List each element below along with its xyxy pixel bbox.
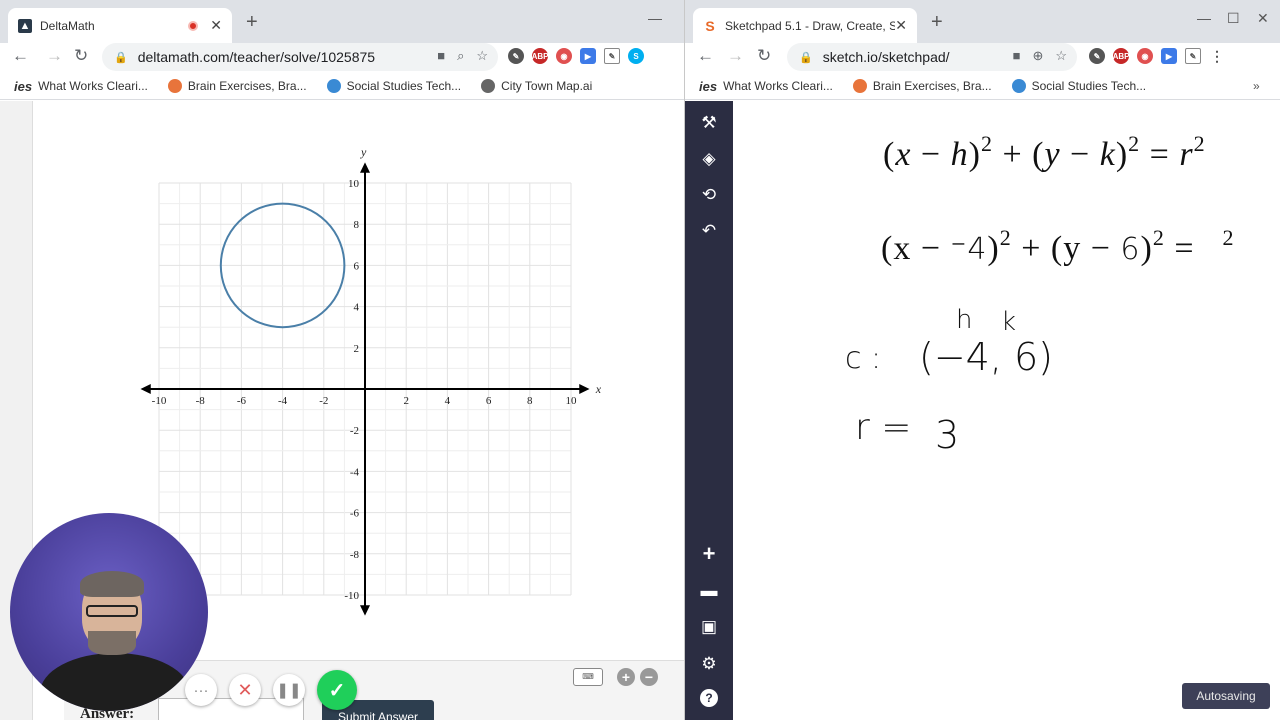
handwritten-center-value: (−4, 6) bbox=[919, 335, 1054, 379]
settings-icon[interactable]: ⚙ bbox=[697, 652, 721, 676]
camera-icon[interactable]: ■ bbox=[1013, 48, 1021, 64]
more-options-button[interactable]: ··· bbox=[185, 674, 217, 706]
save-icon[interactable]: ▣ bbox=[697, 615, 721, 639]
person-hair bbox=[80, 571, 144, 597]
lock-icon: 🔒 bbox=[799, 51, 813, 64]
y-tick-label: 6 bbox=[354, 260, 360, 272]
url-text: sketch.io/sketchpad/ bbox=[822, 49, 950, 65]
handwritten-radius-label: r = bbox=[855, 407, 912, 448]
star-icon[interactable]: ☆ bbox=[1055, 48, 1067, 64]
zoom-extension-icon[interactable]: ▶ bbox=[1161, 48, 1177, 64]
maximize-icon[interactable]: ☐ bbox=[1227, 10, 1240, 27]
sketchpad-toolbar: ⚒ ◈ ⟲ ↶ + ▬ ▣ ⚙ ? bbox=[685, 101, 733, 720]
browser-toolbar: ← → ↻ 🔒 sketch.io/sketchpad/ ■ ⊕ ☆ ✎ ABP… bbox=[685, 43, 1280, 71]
person-beard bbox=[88, 631, 136, 655]
address-bar[interactable]: 🔒 sketch.io/sketchpad/ ■ ⊕ ☆ bbox=[787, 43, 1077, 71]
x-axis-label: x bbox=[595, 382, 602, 396]
help-icon[interactable]: ? bbox=[700, 689, 718, 707]
ies-icon: ies bbox=[699, 78, 718, 94]
new-tab-icon[interactable]: + bbox=[931, 11, 943, 34]
back-icon[interactable]: ← bbox=[697, 46, 714, 66]
circle-equation-general: (x − h)2 + (y − k)2 = r2 bbox=[883, 131, 1206, 173]
bookmarks-bar: ies What Works Cleari... Brain Exercises,… bbox=[685, 73, 1280, 100]
tab-title: Sketchpad 5.1 - Draw, Create, Sh bbox=[725, 18, 896, 33]
new-icon[interactable]: + bbox=[697, 541, 721, 566]
y-tick-label: 8 bbox=[354, 219, 360, 231]
handwritten-radius-value: 3 bbox=[935, 413, 960, 457]
finish-recording-button[interactable]: ✓ bbox=[317, 670, 357, 710]
y-tick-label: 4 bbox=[354, 302, 360, 314]
cancel-recording-button[interactable]: ✕ bbox=[229, 674, 261, 706]
screencastify-icon[interactable]: ◉ bbox=[1137, 48, 1153, 64]
y-axis-label: y bbox=[360, 145, 367, 159]
bookmark-brain-exercises[interactable]: Brain Exercises, Bra... bbox=[852, 79, 992, 93]
zoom-in-button[interactable]: + bbox=[617, 668, 635, 686]
sketchpad-browser-window: S Sketchpad 5.1 - Draw, Create, Sh ✕ + —… bbox=[685, 0, 1280, 720]
x-tick-label: -2 bbox=[319, 395, 328, 407]
add-icon[interactable]: ⊕ bbox=[1032, 48, 1043, 64]
x-tick-label: 4 bbox=[445, 395, 451, 407]
adblock-icon[interactable]: ABP bbox=[1113, 48, 1129, 64]
sketch-canvas[interactable]: (x − h)2 + (y − k)2 = r2 (x − ⁻4)2 + (y … bbox=[733, 101, 1280, 720]
forward-icon[interactable]: → bbox=[727, 46, 744, 66]
x-tick-label: -6 bbox=[237, 395, 247, 407]
pause-recording-button[interactable]: ❚❚ bbox=[273, 674, 305, 706]
bookmark-social-studies[interactable]: Social Studies Tech... bbox=[1011, 79, 1146, 93]
more-bookmarks-icon[interactable]: » bbox=[1253, 79, 1260, 93]
x-tick-label: -10 bbox=[152, 395, 167, 407]
minimize-icon[interactable]: — bbox=[1197, 10, 1211, 26]
history-icon[interactable]: ⟲ bbox=[697, 183, 721, 207]
brain-icon bbox=[852, 79, 867, 93]
y-tick-label: 10 bbox=[348, 178, 360, 190]
close-tab-icon[interactable]: ✕ bbox=[895, 17, 907, 34]
x-tick-label: 10 bbox=[566, 395, 578, 407]
keyboard-icon[interactable]: ⌨ bbox=[573, 668, 603, 686]
deltamath-browser-window: ▲ DeltaMath ✕ + — ← → ↻ 🔒 deltamath.com/… bbox=[0, 0, 684, 720]
undo-icon[interactable]: ↶ bbox=[697, 219, 721, 243]
y-tick-label: -10 bbox=[344, 590, 359, 602]
x-tick-label: 6 bbox=[486, 395, 492, 407]
x-tick-label: 2 bbox=[403, 395, 409, 407]
graph-axes bbox=[140, 162, 590, 616]
reload-icon[interactable]: ↻ bbox=[757, 46, 771, 66]
zoom-out-button[interactable]: − bbox=[640, 668, 658, 686]
recording-controls: ··· ✕ ❚❚ ✓ bbox=[185, 670, 357, 710]
y-tick-label: 2 bbox=[354, 343, 360, 355]
tools-icon[interactable]: ⚒ bbox=[697, 111, 721, 135]
bookmark-ies[interactable]: ies What Works Cleari... bbox=[699, 79, 833, 94]
x-axis-arrow-left bbox=[140, 384, 151, 394]
person-body bbox=[40, 653, 190, 711]
webcam-overlay bbox=[10, 513, 208, 711]
globe-icon bbox=[1011, 79, 1026, 93]
tab-strip: S Sketchpad 5.1 - Draw, Create, Sh ✕ + —… bbox=[685, 0, 1280, 43]
pen-extension-icon[interactable]: ✎ bbox=[1089, 48, 1105, 64]
handwritten-h: h bbox=[956, 305, 973, 335]
menu-icon[interactable]: ⋮ bbox=[1209, 48, 1225, 64]
circle-equation-specific: (x − ⁻4)2 + (y − 6)2 = 2 bbox=[881, 225, 1235, 267]
x-tick-label: -8 bbox=[196, 395, 206, 407]
folder-icon[interactable]: ▬ bbox=[697, 579, 721, 603]
layers-icon[interactable]: ◈ bbox=[697, 147, 721, 171]
x-axis-arrow-right bbox=[579, 384, 590, 394]
x-tick-label: -4 bbox=[278, 395, 288, 407]
x-tick-label: 8 bbox=[527, 395, 533, 407]
close-window-icon[interactable]: ✕ bbox=[1257, 10, 1269, 27]
y-tick-label: -2 bbox=[350, 425, 359, 437]
glasses-icon bbox=[86, 605, 138, 617]
autosaving-status: Autosaving bbox=[1182, 683, 1270, 709]
tab-sketchpad[interactable]: S Sketchpad 5.1 - Draw, Create, Sh ✕ bbox=[693, 8, 917, 43]
edit-extension-icon[interactable]: ✎ bbox=[1185, 48, 1201, 64]
handwritten-k: k bbox=[1001, 307, 1017, 337]
handwritten-center-label: c : bbox=[845, 341, 882, 376]
y-tick-label: -8 bbox=[350, 549, 360, 561]
y-axis-arrow-up bbox=[360, 162, 370, 173]
sketchpad-favicon-icon: S bbox=[705, 17, 715, 34]
y-tick-label: -6 bbox=[350, 508, 360, 520]
extensions: ✎ ABP ◉ ▶ ✎ ⋮ bbox=[1089, 48, 1225, 64]
y-tick-label: -4 bbox=[350, 466, 360, 478]
y-axis-arrow-down bbox=[360, 605, 370, 616]
